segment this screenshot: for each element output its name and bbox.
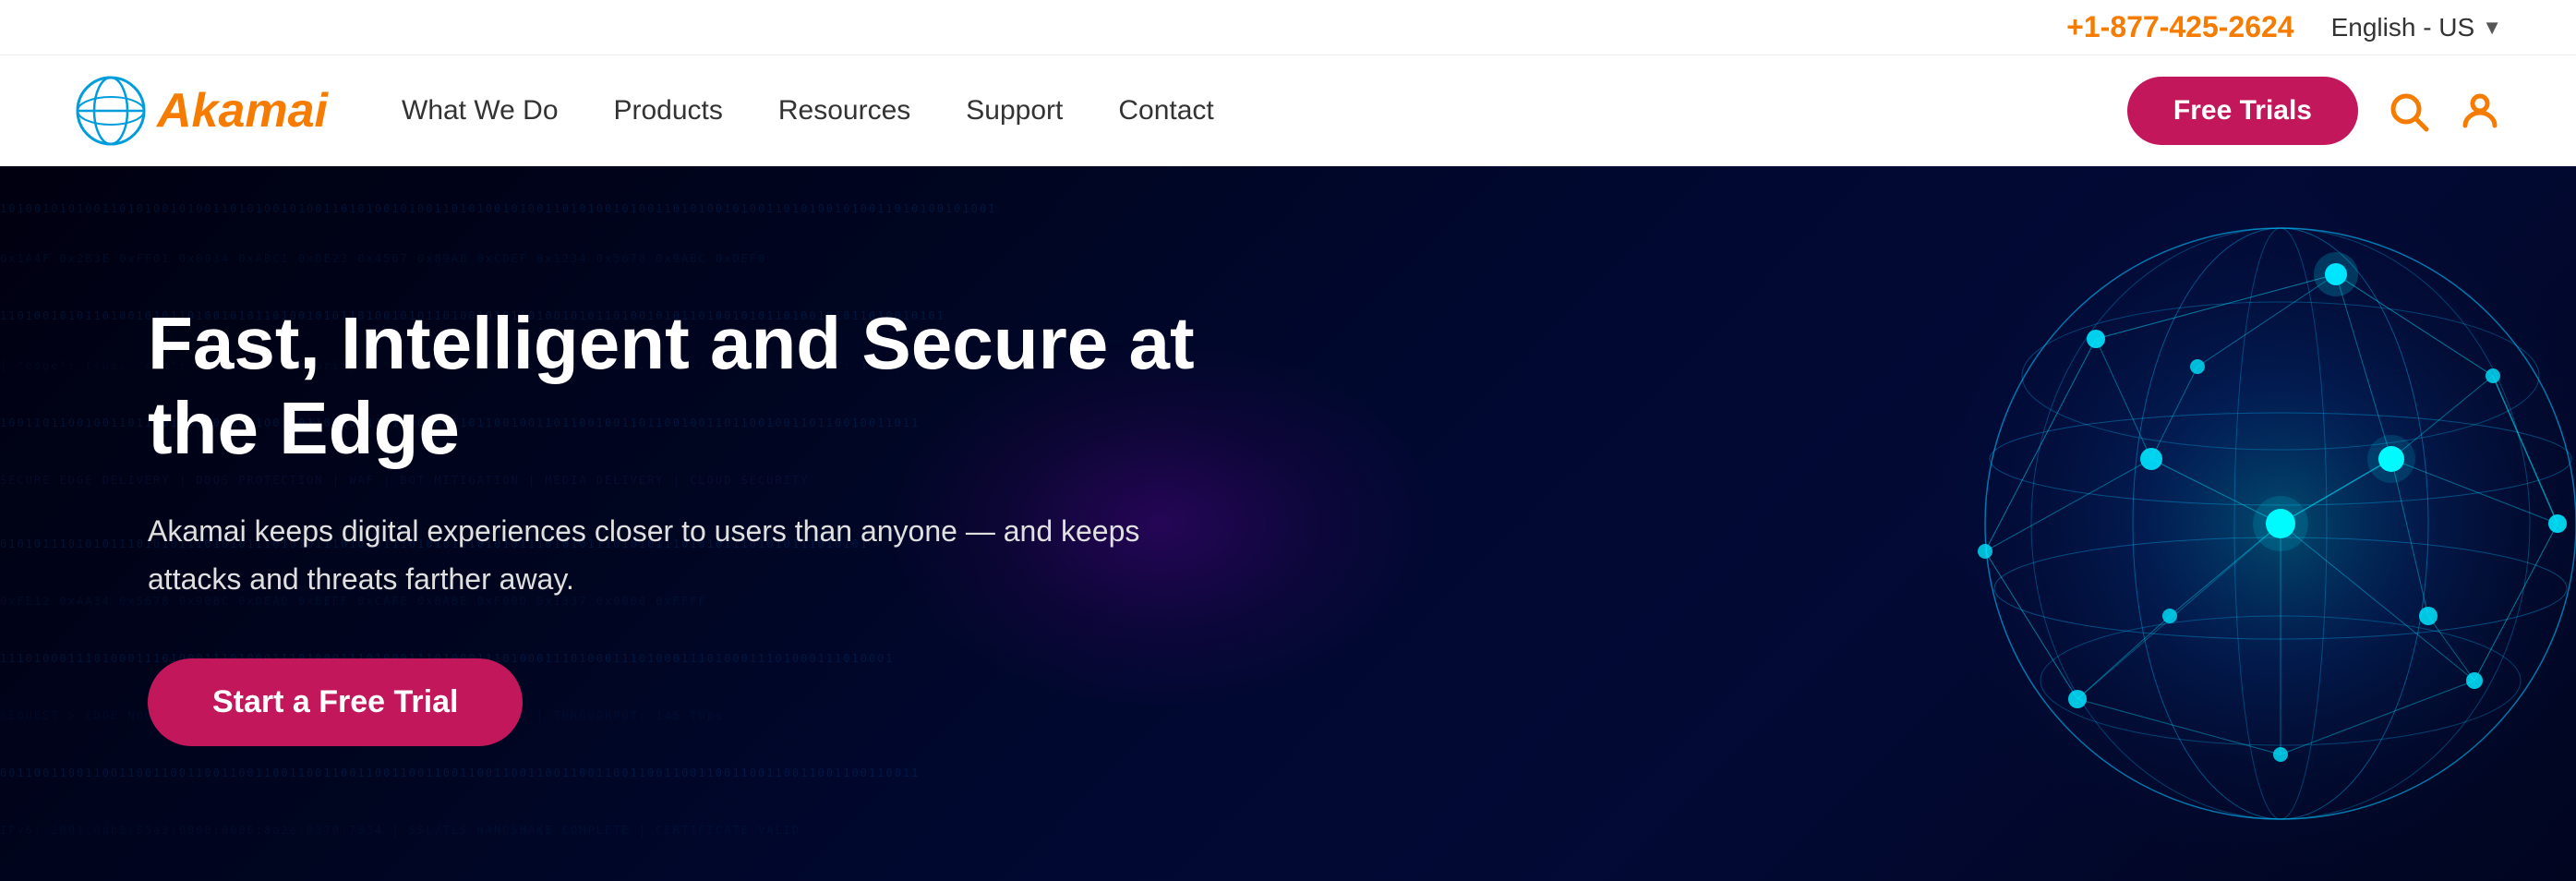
user-icon <box>2458 89 2502 133</box>
header: +1-877-425-2624 English - US ▼ Akamai <box>0 0 2576 166</box>
logo-area[interactable]: Akamai <box>74 74 328 148</box>
hero-globe-graphic <box>1800 166 2576 881</box>
hero-section: 1010010101001101010010100110101001010011… <box>0 166 2576 881</box>
nav-actions: Free Trials <box>2127 77 2502 145</box>
nav-bar: Akamai What We Do Products Resources Sup… <box>0 55 2576 166</box>
nav-link-resources[interactable]: Resources <box>778 95 910 127</box>
search-icon <box>2386 89 2430 133</box>
user-account-button[interactable] <box>2458 89 2502 133</box>
hero-title: Fast, Intelligent and Secure at the Edge <box>148 301 1237 471</box>
search-button[interactable] <box>2386 89 2430 133</box>
nav-link-support[interactable]: Support <box>966 95 1063 127</box>
free-trials-button[interactable]: Free Trials <box>2127 77 2358 145</box>
chevron-down-icon: ▼ <box>2482 16 2502 40</box>
page-wrapper: +1-877-425-2624 English - US ▼ Akamai <box>0 0 2576 881</box>
language-label: English - US <box>2331 13 2475 42</box>
nav-link-what-we-do[interactable]: What We Do <box>402 95 559 127</box>
start-free-trial-button[interactable]: Start a Free Trial <box>148 658 523 746</box>
logo-text: Akamai <box>157 83 328 139</box>
nav-link-products[interactable]: Products <box>614 95 723 127</box>
hero-description: Akamai keeps digital experiences closer … <box>148 508 1163 602</box>
nav-link-contact[interactable]: Contact <box>1118 95 1213 127</box>
hero-content: Fast, Intelligent and Secure at the Edge… <box>0 301 1385 745</box>
phone-number[interactable]: +1-877-425-2624 <box>2066 10 2293 44</box>
akamai-logo-icon <box>74 74 148 148</box>
nav-links: What We Do Products Resources Support Co… <box>402 95 2127 127</box>
language-selector[interactable]: English - US ▼ <box>2331 13 2502 42</box>
top-bar: +1-877-425-2624 English - US ▼ <box>0 0 2576 55</box>
